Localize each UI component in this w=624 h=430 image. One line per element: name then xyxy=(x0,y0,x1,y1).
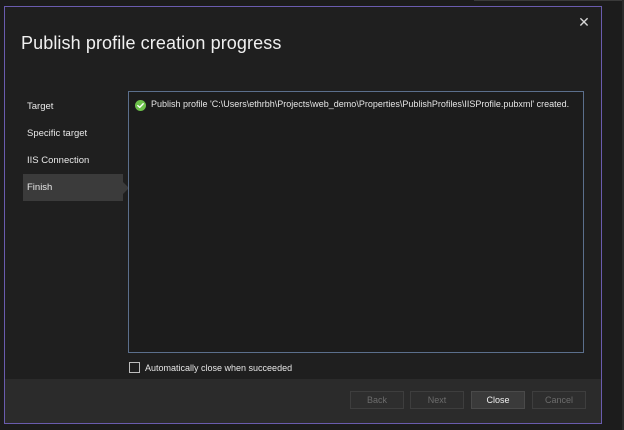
publish-progress-dialog: ✕ Publish profile creation progress Targ… xyxy=(4,6,602,424)
auto-close-label: Automatically close when succeeded xyxy=(145,362,293,373)
close-icon[interactable]: ✕ xyxy=(575,13,593,31)
nav-item-target[interactable]: Target xyxy=(23,93,123,120)
nav-item-specific-target[interactable]: Specific target xyxy=(23,120,123,147)
success-check-icon xyxy=(135,98,146,111)
dialog-title: Publish profile creation progress xyxy=(21,33,282,53)
next-button[interactable]: Next xyxy=(410,391,464,409)
output-line: Publish profile 'C:\Users\ethrbh\Project… xyxy=(135,98,570,111)
output-log: Publish profile 'C:\Users\ethrbh\Project… xyxy=(128,91,584,353)
back-button[interactable]: Back xyxy=(350,391,404,409)
nav-item-iis-connection[interactable]: IIS Connection xyxy=(23,147,123,174)
auto-close-checkbox[interactable] xyxy=(129,362,140,373)
nav-item-finish[interactable]: Finish xyxy=(23,174,129,201)
auto-close-option[interactable]: Automatically close when succeeded xyxy=(129,362,292,373)
dialog-footer: Back Next Close Cancel xyxy=(5,379,601,423)
close-button[interactable]: Close xyxy=(471,391,525,409)
output-message: Publish profile 'C:\Users\ethrbh\Project… xyxy=(151,98,570,109)
backdrop-edge xyxy=(474,0,624,1)
wizard-nav: Target Specific target IIS Connection Fi… xyxy=(23,93,129,201)
cancel-button[interactable]: Cancel xyxy=(532,391,586,409)
